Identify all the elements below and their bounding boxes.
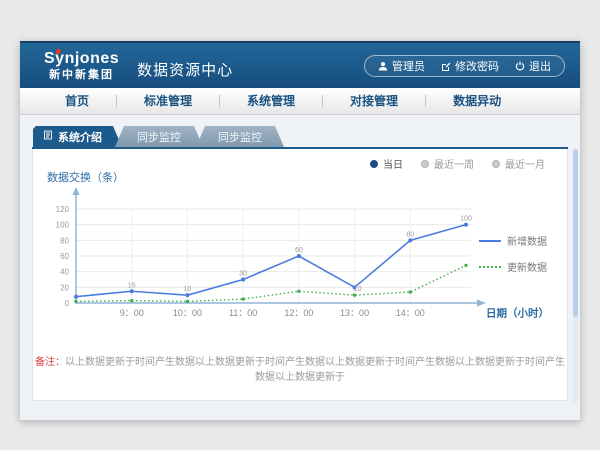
tab-bar: 系统介绍 同步监控 同步监控 [33,126,568,147]
change-password-button[interactable]: 修改密码 [441,58,499,74]
y-tick-label: 60 [60,252,69,261]
y-axis-title: 数据交换（条） [47,169,124,185]
nav-item-system-mgmt[interactable]: 系统管理 [220,95,323,107]
legend-item-update-data[interactable]: 更新数据 [479,259,559,274]
data-point [241,277,245,281]
y-axis-arrow [73,187,80,195]
legend-label: 新增数据 [507,233,547,248]
admin-user-button[interactable]: 管理员 [378,58,425,74]
tab-sync-monitor-2[interactable]: 同步监控 [196,126,284,147]
logo-subtext: 新中新集团 [44,70,119,81]
user-menu: 管理员 修改密码 退出 [364,55,565,77]
admin-user-label: 管理员 [392,58,425,74]
series-legend: 新增数据 更新数据 [479,233,559,285]
vertical-scrollbar [573,149,578,403]
y-tick-label: 80 [60,236,69,245]
data-point [130,289,134,293]
tab-label: 同步监控 [137,129,181,145]
data-point [74,295,78,299]
filter-label: 最近一月 [505,156,545,171]
footnote-text: 以上数据更新于时间产生数据以上数据更新于时间产生数据以上数据更新于时间产生数据以… [65,357,565,383]
data-point [353,294,356,297]
data-point-label: 10 [184,286,192,293]
filter-last-month[interactable]: 最近一月 [492,156,545,171]
x-axis-arrow [477,300,486,307]
footnote: 备注：以上数据更新于时间产生数据以上数据更新于时间产生数据以上数据更新于时间产生… [33,353,567,383]
change-password-label: 修改密码 [455,58,499,74]
main-nav: 首页 标准管理 系统管理 对接管理 数据异动 [20,88,580,115]
tab-label: 系统介绍 [58,129,102,145]
data-point [130,299,133,302]
radio-icon [421,160,429,168]
x-tick-label: 12：00 [284,308,313,318]
x-tick-label: 9：00 [120,308,144,318]
time-range-filters: 当日 最近一周 最近一月 [370,156,545,171]
legend-label: 更新数据 [507,259,547,274]
data-point [75,300,78,303]
y-tick-label: 120 [56,205,70,214]
x-tick-label: 11：00 [229,308,257,318]
tab-sync-monitor-1[interactable]: 同步监控 [115,126,203,147]
data-point-label: 30 [239,271,247,278]
data-point [297,254,301,258]
data-point-label: 80 [406,231,414,238]
data-point [464,223,468,227]
data-point-label: 15 [128,282,136,289]
filter-last-week[interactable]: 最近一周 [421,156,474,171]
document-icon [43,130,53,143]
filter-label: 最近一周 [434,156,474,171]
tab-underline [32,147,568,149]
nav-item-home[interactable]: 首页 [38,95,117,107]
x-axis-title: 日期（小时） [486,307,549,320]
edit-icon [441,61,451,71]
x-tick-label: 14：00 [396,308,425,318]
footnote-prefix: 备注： [35,357,65,368]
data-point [242,298,245,301]
chart-panel: 当日 最近一周 最近一月 数据交换（条） 0 20 40 60 80 100 120 9：00… [32,149,568,401]
dotted-line-swatch [479,266,501,268]
radio-icon [492,160,500,168]
x-tick-label: 13：00 [340,308,369,318]
filter-today[interactable]: 当日 [370,156,403,171]
data-point [408,238,412,242]
solid-line-swatch [479,240,501,242]
y-tick-label: 100 [56,221,70,230]
data-point [465,264,468,267]
y-tick-label: 20 [60,283,69,292]
data-point [409,291,412,294]
y-tick-label: 40 [60,268,69,277]
company-logo: Synjones 新中新集团 [44,51,119,81]
tab-label: 同步监控 [218,129,262,145]
tab-system-intro[interactable]: 系统介绍 [33,126,122,147]
filter-label: 当日 [383,156,403,171]
top-header-bar: Synjones 新中新集团 数据资源中心 管理员 修改密码 [20,41,580,88]
page-title: 数据资源中心 [137,59,233,80]
page-background: Synjones 新中新集团 数据资源中心 管理员 修改密码 [0,0,600,450]
data-point [297,290,300,293]
nav-item-standard-mgmt[interactable]: 标准管理 [117,95,220,107]
data-point-label: 100 [460,216,472,223]
legend-item-new-data[interactable]: 新增数据 [479,233,559,248]
scrollbar-thumb[interactable] [573,149,578,317]
logo-accent-dot [56,49,61,54]
content-area: 系统介绍 同步监控 同步监控 当日 最近一 [20,115,580,420]
data-point-label: 10 [354,286,362,293]
radio-selected-icon [370,160,378,168]
nav-item-data-change[interactable]: 数据异动 [426,95,528,107]
data-point [185,293,189,297]
nav-item-interface-mgmt[interactable]: 对接管理 [323,95,426,107]
data-point-label: 60 [295,247,303,254]
y-tick-label: 0 [65,299,70,308]
app-window: Synjones 新中新集团 数据资源中心 管理员 修改密码 [20,41,580,420]
logout-label: 退出 [529,58,551,74]
x-tick-label: 10：00 [173,308,202,318]
data-point [186,300,189,303]
power-icon [515,61,525,71]
user-icon [378,61,388,71]
logout-button[interactable]: 退出 [515,58,551,74]
